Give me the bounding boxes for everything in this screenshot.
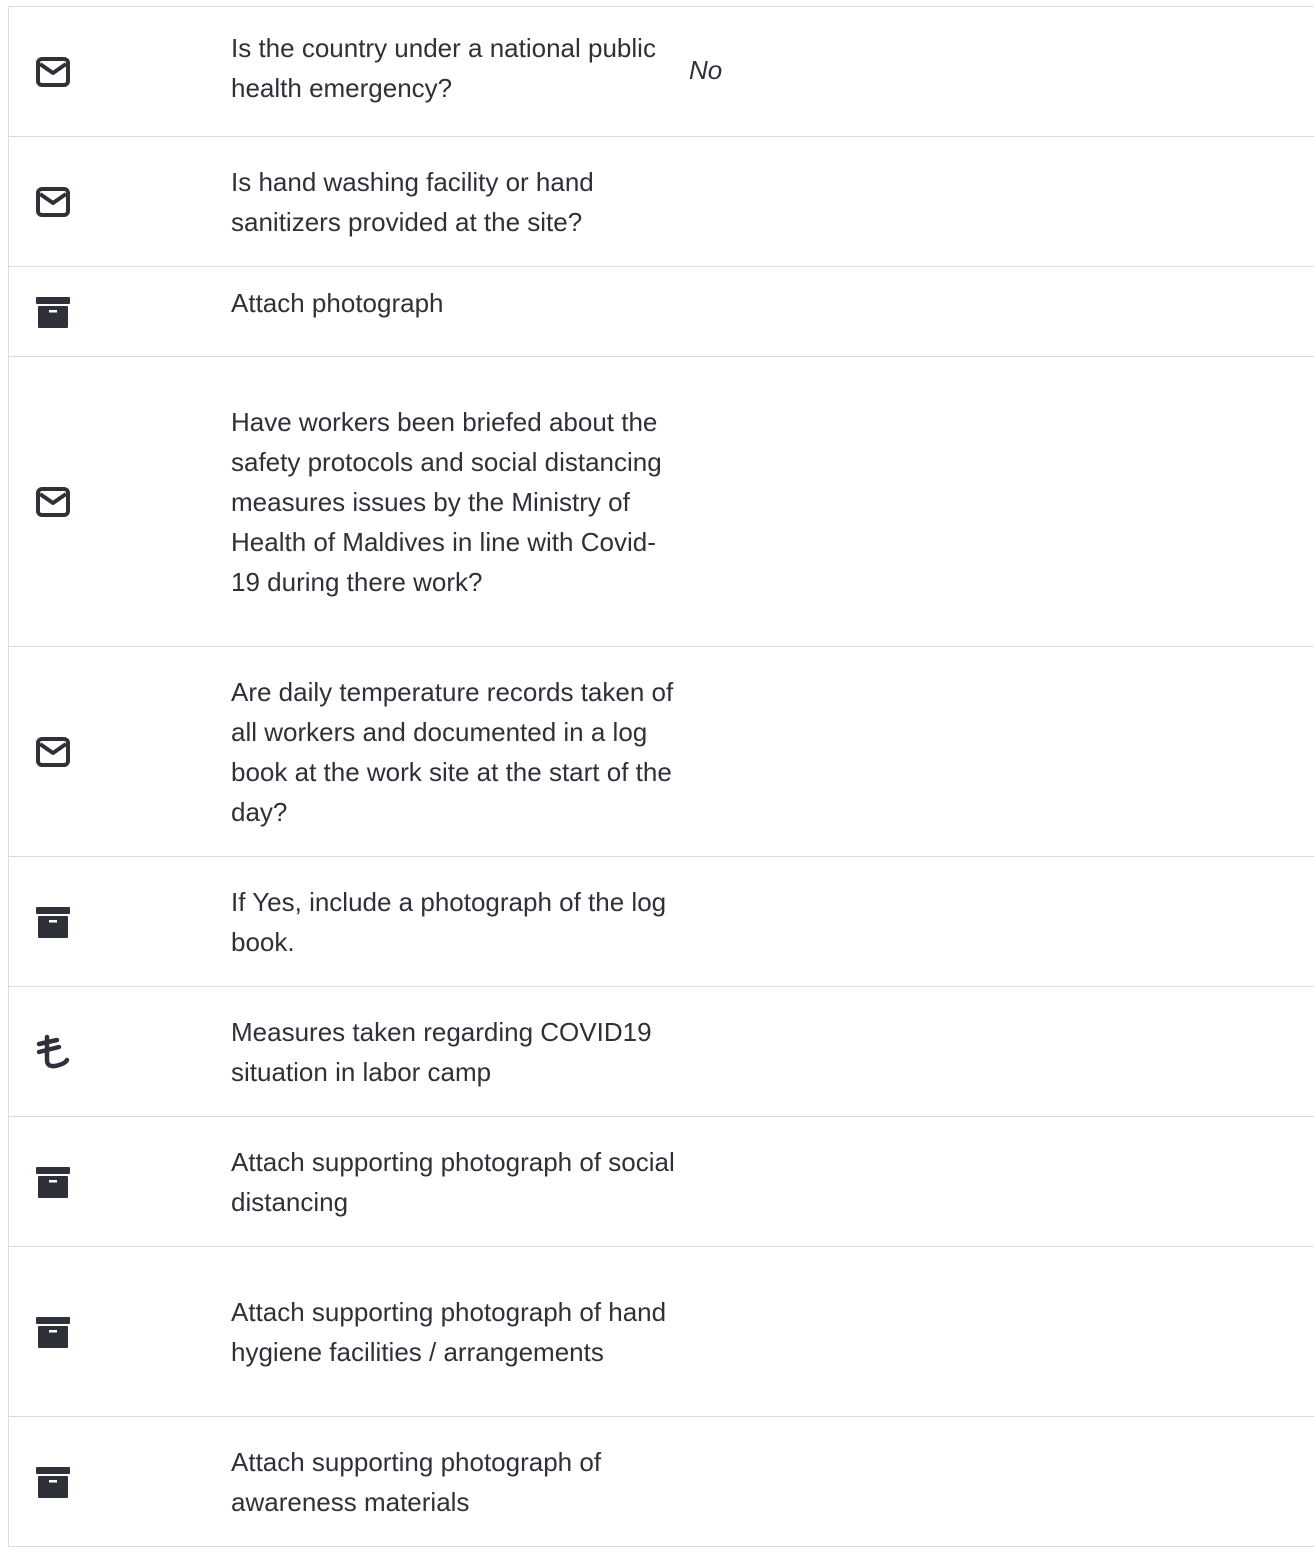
envelope-icon: [35, 484, 71, 520]
table-row: Attach photograph: [9, 267, 1314, 357]
question-label: If Yes, include a photograph of the log …: [231, 886, 667, 957]
question-type-cell: [9, 54, 231, 90]
question-type-cell: [9, 484, 231, 520]
question-label: Attach photograph: [231, 287, 444, 318]
envelope-icon: [35, 54, 71, 90]
archive-icon: [35, 1464, 71, 1500]
question-type-cell: [9, 904, 231, 940]
table-row: Measures taken regarding COVID19 situati…: [9, 987, 1314, 1117]
question-type-cell: [9, 1464, 231, 1500]
table-row: Is the country under a national public h…: [9, 7, 1314, 137]
table-row: Attach supporting photograph of hand hyg…: [9, 1247, 1314, 1417]
table-row: Attach supporting photograph of social d…: [9, 1117, 1314, 1247]
question-type-cell: [9, 294, 231, 330]
envelope-icon: [35, 734, 71, 770]
form-response-table: Is the country under a national public h…: [8, 6, 1314, 1547]
question-label: Measures taken regarding COVID19 situati…: [231, 1016, 652, 1087]
tenge-icon: [35, 1034, 71, 1070]
question-label: Is the country under a national public h…: [231, 32, 656, 103]
table-row: Is hand washing facility or hand sanitiz…: [9, 137, 1314, 267]
question-label: Are daily temperature records taken of a…: [231, 676, 674, 827]
table-row: Attach supporting photograph of awarenes…: [9, 1417, 1314, 1547]
answer-value: No: [689, 55, 723, 85]
table-row: Are daily temperature records taken of a…: [9, 647, 1314, 857]
question-label: Attach supporting photograph of awarenes…: [231, 1446, 602, 1517]
question-type-cell: [9, 1034, 231, 1070]
question-type-cell: [9, 1164, 231, 1200]
question-type-cell: [9, 1314, 231, 1350]
envelope-icon: [35, 184, 71, 220]
question-label: Is hand washing facility or hand sanitiz…: [231, 166, 594, 237]
archive-icon: [35, 904, 71, 940]
archive-icon: [35, 1314, 71, 1350]
question-label: Attach supporting photograph of hand hyg…: [231, 1296, 667, 1367]
question-label: Have workers been briefed about the safe…: [231, 406, 662, 597]
archive-icon: [35, 1164, 71, 1200]
question-type-cell: [9, 734, 231, 770]
table-row: If Yes, include a photograph of the log …: [9, 857, 1314, 987]
archive-icon: [35, 294, 71, 330]
question-type-cell: [9, 184, 231, 220]
table-row: Have workers been briefed about the safe…: [9, 357, 1314, 647]
question-label: Attach supporting photograph of social d…: [231, 1146, 675, 1217]
